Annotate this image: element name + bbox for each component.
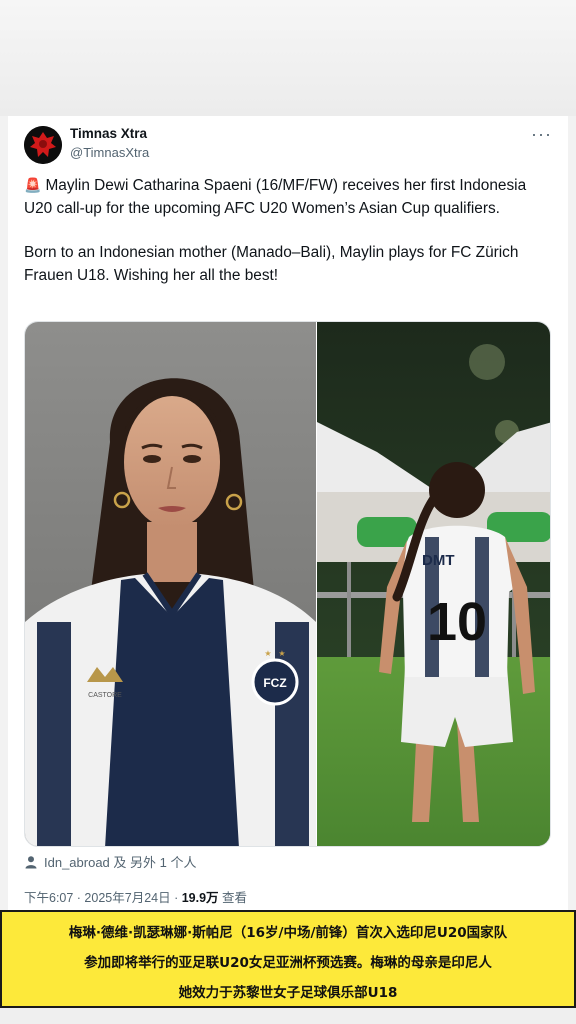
tweet-paragraph-2: Born to an Indonesian mother (Manado–Bal… (24, 244, 519, 284)
svg-text:★: ★ (264, 649, 271, 658)
portrait-photo[interactable]: CASTORE FCZ ★ ★ (25, 322, 316, 846)
svg-text:★: ★ (278, 649, 285, 658)
tweet-text: 🚨 Maylin Dewi Catharina Spaeni (16/MF/FW)… (24, 174, 554, 309)
tweet-meta: 下午6:07 · 2025年7月24日 · 19.9万 查看 (24, 887, 247, 906)
shirt-brand-text: CASTORE (88, 692, 122, 699)
author-avatar[interactable] (24, 126, 62, 164)
action-photo[interactable]: DMT 10 (317, 322, 550, 846)
jersey-sponsor-text: DMT (422, 552, 455, 569)
chinese-caption: 梅琳·德维·凯瑟琳娜·斯帕尼（16岁/中场/前锋）首次入选印尼U20国家队 参加… (0, 910, 576, 1008)
person-icon (25, 855, 37, 868)
tweet-card[interactable]: Timnas Xtra @TimnasXtra ··· 🚨 Maylin Dewi… (8, 116, 568, 916)
caption-line-2: 参加即将举行的亚足联U20女足亚洲杯预选赛。梅琳的母亲是印尼人 (84, 955, 492, 971)
more-options-button[interactable]: ··· (531, 124, 552, 145)
crest-text: FCZ (263, 676, 286, 690)
caption-line-1: 梅琳·德维·凯瑟琳娜·斯帕尼（16岁/中场/前锋）首次入选印尼U20国家队 (68, 925, 508, 941)
jersey-number: 10 (427, 592, 487, 652)
views-label: 查看 (218, 891, 248, 905)
top-blank-area (0, 0, 576, 116)
tagged-text[interactable]: Idn_abroad 及 另外 1 个人 (44, 852, 196, 871)
caption-line-3: 她效力于苏黎世女子足球俱乐部U18 (178, 985, 398, 1001)
tweet-paragraph-1-text: Maylin Dewi Catharina Spaeni (16/MF/FW) … (24, 177, 527, 217)
author-name[interactable]: Timnas Xtra (70, 126, 147, 141)
tweet-paragraph-1: 🚨 Maylin Dewi Catharina Spaeni (16/MF/FW)… (24, 174, 554, 220)
tweet-media[interactable]: CASTORE FCZ ★ ★ DMT 10 (24, 321, 551, 847)
author-handle[interactable]: @TimnasXtra (70, 145, 149, 160)
tweet-timestamp[interactable]: 下午6:07 · 2025年7月24日 · (24, 891, 182, 905)
bottom-strip (0, 1008, 576, 1024)
tagged-people[interactable]: Idn_abroad 及 另外 1 个人 (24, 852, 196, 871)
siren-icon: 🚨 (24, 177, 42, 193)
views-count: 19.9万 (181, 891, 219, 905)
